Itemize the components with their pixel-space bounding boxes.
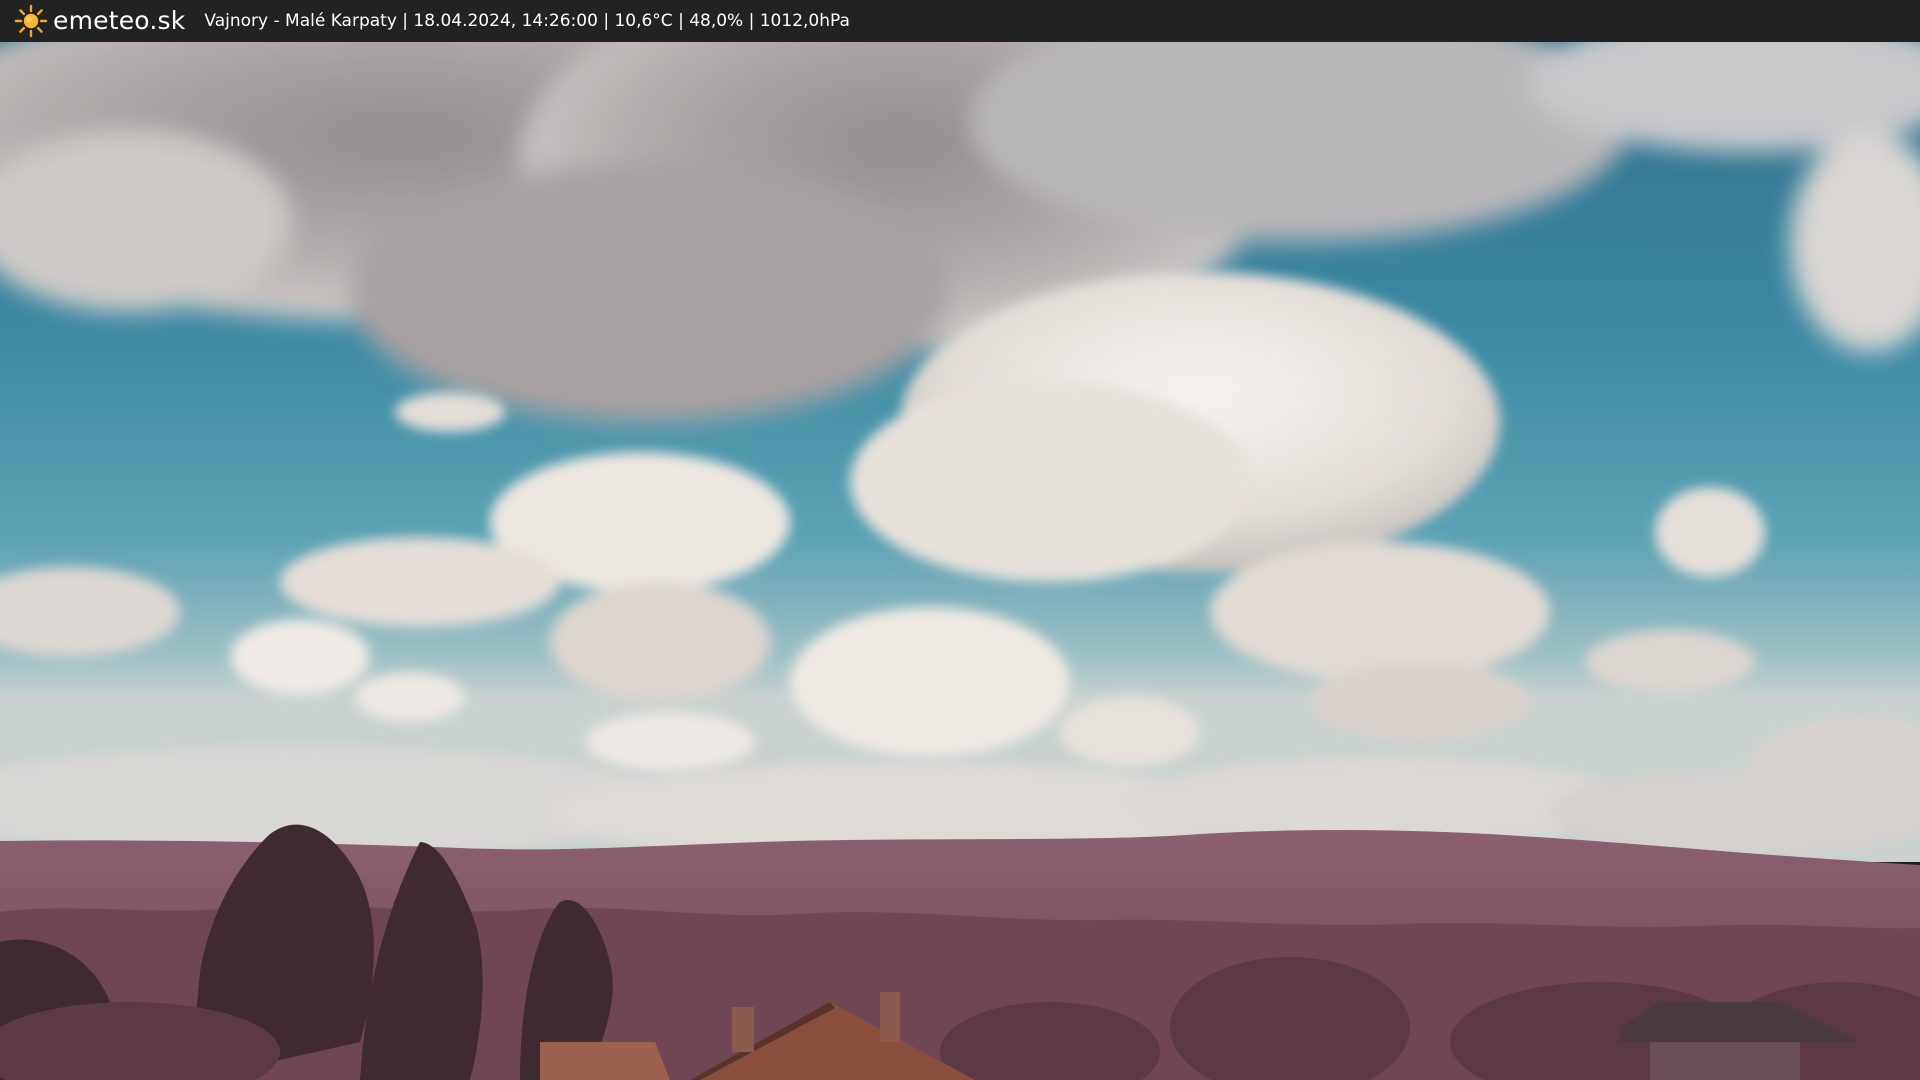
- top-bar: emeteo.sk Vajnory - Malé Karpaty | 18.04…: [0, 0, 1920, 42]
- station-caption: Vajnory - Malé Karpaty | 18.04.2024, 14:…: [204, 11, 850, 31]
- webcam-image: [0, 42, 1920, 1080]
- landscape-scene: [0, 42, 1920, 1080]
- sun-icon: [14, 4, 48, 38]
- site-logo[interactable]: emeteo.sk: [14, 0, 185, 42]
- webcam-frame: emeteo.sk Vajnory - Malé Karpaty | 18.04…: [0, 0, 1920, 1080]
- brand-name: emeteo.sk: [53, 6, 186, 35]
